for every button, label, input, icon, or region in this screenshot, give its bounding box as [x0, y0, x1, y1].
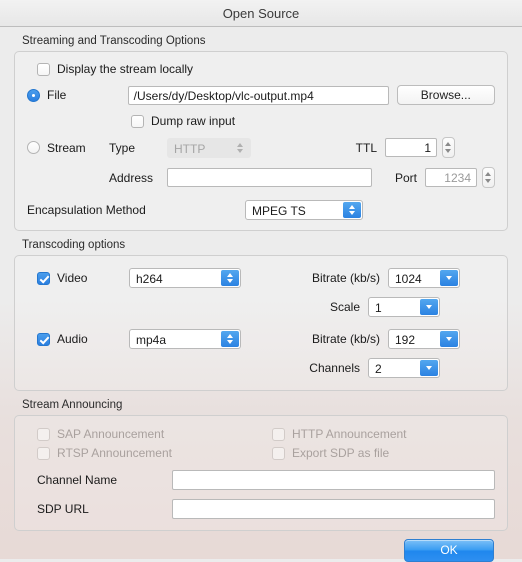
audio-checkbox[interactable]	[37, 332, 50, 346]
stream-radio[interactable]	[27, 141, 40, 154]
dump-raw-input-row: Dump raw input	[131, 114, 495, 128]
channels-combo[interactable]: 2	[368, 358, 440, 378]
ttl-input[interactable]: 1	[385, 138, 437, 157]
file-path-input[interactable]: /Users/dy/Desktop/vlc-output.mp4	[127, 85, 389, 105]
stream-type-dropdown[interactable]: HTTP	[167, 138, 251, 158]
streaming-section: Display the stream locally File /Users/d…	[14, 51, 508, 231]
streaming-section-title: Streaming and Transcoding Options	[22, 35, 206, 47]
video-bitrate-combo[interactable]: 1024	[388, 268, 460, 288]
ttl-label: TTL	[355, 140, 377, 155]
video-checkbox[interactable]	[37, 271, 50, 285]
port-input[interactable]: 1234	[425, 168, 477, 187]
sap-announcement-checkbox[interactable]	[37, 427, 50, 441]
stream-type-label: Type	[109, 140, 136, 155]
dump-raw-input-checkbox[interactable]	[131, 114, 144, 128]
announcing-section-title: Stream Announcing	[22, 399, 123, 411]
video-row: Video h264 Bitrate (kb/s) 1024	[37, 268, 495, 288]
channel-name-label: Channel Name	[37, 473, 118, 487]
port-stepper[interactable]	[482, 167, 495, 188]
video-codec-value: h264	[136, 272, 163, 286]
http-announcement-checkbox[interactable]	[272, 427, 285, 441]
file-row: File /Users/dy/Desktop/vlc-output.mp4 Br…	[27, 85, 495, 105]
announce-row-1: SAP Announcement HTTP Announcement	[37, 427, 495, 441]
sap-announcement-label: SAP Announcement	[57, 427, 165, 441]
ttl-stepper[interactable]	[442, 137, 455, 158]
address-input[interactable]	[167, 168, 372, 187]
video-label: Video	[57, 271, 88, 285]
channels-label: Channels	[309, 361, 360, 375]
transcoding-section: Video h264 Bitrate (kb/s) 1024 Scale 1 A…	[14, 255, 508, 391]
audio-codec-dropdown[interactable]: mp4a	[129, 329, 241, 349]
sdp-url-row: SDP URL	[37, 499, 495, 519]
stream-radio-label: Stream	[47, 140, 86, 155]
video-codec-dropdown[interactable]: h264	[129, 268, 241, 288]
video-bitrate-label: Bitrate (kb/s)	[311, 271, 380, 285]
stream-type-stepper-icon	[231, 140, 249, 156]
scale-label: Scale	[329, 300, 360, 314]
address-row: Address Port 1234	[109, 167, 495, 188]
dialog-content: Streaming and Transcoding Options Displa…	[0, 35, 522, 562]
window-title: Open Source	[222, 5, 300, 21]
video-bitrate-chevron-icon	[440, 270, 458, 286]
announcing-section: SAP Announcement HTTP Announcement RTSP …	[14, 415, 508, 531]
stream-row: Stream Type HTTP TTL 1	[27, 137, 495, 158]
scale-row: Scale 1	[37, 297, 495, 317]
channels-chevron-icon	[420, 360, 438, 376]
channel-name-row: Channel Name	[37, 470, 495, 490]
stream-type-value: HTTP	[174, 141, 206, 156]
transcoding-section-title: Transcoding options	[22, 239, 126, 251]
audio-bitrate-label: Bitrate (kb/s)	[311, 332, 380, 346]
encapsulation-value: MPEG TS	[252, 204, 306, 218]
scale-value: 1	[375, 301, 382, 315]
channels-value: 2	[375, 362, 382, 376]
scale-chevron-icon	[420, 299, 438, 315]
display-locally-checkbox[interactable]	[37, 62, 50, 76]
rtsp-announcement-label: RTSP Announcement	[57, 446, 172, 460]
display-locally-label: Display the stream locally	[57, 62, 194, 76]
audio-bitrate-chevron-icon	[440, 331, 458, 347]
title-bar: Open Source	[0, 0, 522, 27]
video-codec-stepper-icon	[221, 270, 239, 286]
audio-bitrate-combo[interactable]: 192	[388, 329, 460, 349]
file-radio-label: File	[47, 88, 67, 102]
audio-label: Audio	[57, 332, 88, 346]
video-bitrate-value: 1024	[395, 272, 422, 286]
encapsulation-row: Encapsulation Method MPEG TS	[27, 200, 495, 220]
encapsulation-label: Encapsulation Method	[27, 203, 146, 217]
export-sdp-checkbox[interactable]	[272, 446, 285, 460]
audio-codec-stepper-icon	[221, 331, 239, 347]
audio-codec-value: mp4a	[136, 333, 167, 347]
browse-button[interactable]: Browse...	[396, 85, 495, 105]
sdp-url-label: SDP URL	[37, 502, 89, 516]
dump-raw-input-label: Dump raw input	[151, 114, 236, 128]
rtsp-announcement-checkbox[interactable]	[37, 446, 50, 460]
channel-name-input[interactable]	[172, 470, 495, 490]
scale-combo[interactable]: 1	[368, 297, 440, 317]
file-radio[interactable]	[27, 88, 40, 102]
audio-bitrate-value: 192	[395, 333, 416, 347]
channels-row: Channels 2	[37, 358, 495, 378]
sdp-url-input[interactable]	[172, 499, 495, 519]
announce-row-2: RTSP Announcement Export SDP as file	[37, 446, 495, 460]
address-label: Address	[109, 170, 154, 185]
encapsulation-dropdown[interactable]: MPEG TS	[245, 200, 363, 220]
export-sdp-label: Export SDP as file	[292, 446, 390, 460]
encapsulation-stepper-icon	[343, 202, 361, 218]
http-announcement-label: HTTP Announcement	[292, 427, 407, 441]
dialog-footer: OK	[14, 531, 508, 562]
audio-row: Audio mp4a Bitrate (kb/s) 192	[37, 329, 495, 349]
port-label: Port	[394, 170, 417, 185]
display-locally-row: Display the stream locally	[37, 62, 495, 76]
